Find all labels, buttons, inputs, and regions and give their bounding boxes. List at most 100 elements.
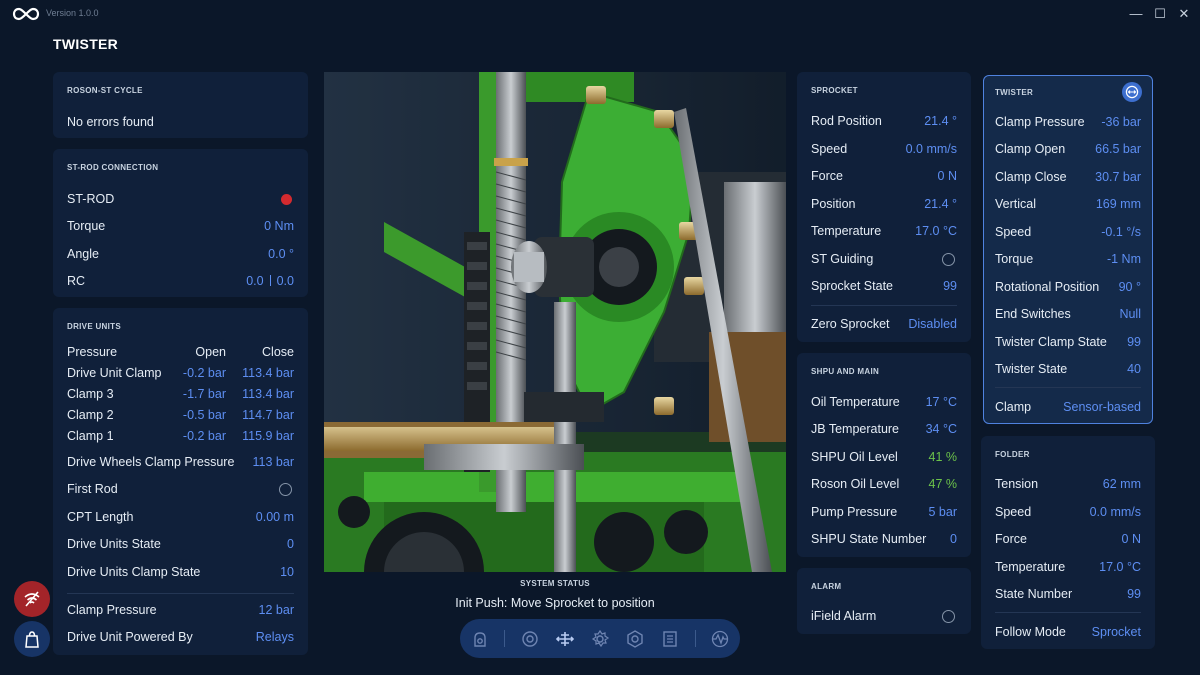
panel-title: SHPU AND MAIN	[811, 367, 880, 376]
expand-button[interactable]	[1122, 82, 1142, 102]
state-number-value: 99	[1127, 587, 1141, 601]
sprocket-icon[interactable]	[555, 629, 575, 649]
speed-label: Speed	[995, 225, 1032, 239]
zero-sprocket-label: Zero Sprocket	[811, 317, 890, 331]
close-window-button[interactable]: ✕	[1175, 5, 1193, 23]
list-icon[interactable]	[660, 629, 680, 649]
close-value: 115.9 bar	[242, 429, 294, 443]
bag-icon	[25, 631, 39, 648]
clamp-pressure-label: Clamp Pressure	[67, 603, 157, 617]
twister-panel: TWISTER Clamp Pressure -36 bar Clamp Open…	[983, 75, 1153, 424]
roson-cycle-panel: ROSON-ST CYCLE No errors found	[53, 72, 308, 138]
zero-sprocket-value[interactable]: Disabled	[908, 317, 957, 331]
sprocket-state-value: 99	[943, 279, 957, 293]
open-value: -0.2 bar	[182, 429, 226, 443]
torque-label: Torque	[67, 219, 106, 233]
vertical-value: 169 mm	[1095, 197, 1141, 211]
panel-title: SPROCKET	[811, 86, 858, 95]
twister-clamp-state-label: Twister Clamp State	[995, 335, 1107, 349]
first-rod-label: First Rod	[67, 482, 118, 496]
bag-button[interactable]	[14, 621, 50, 657]
divider	[995, 387, 1141, 388]
follow-mode-value[interactable]: Sprocket	[1092, 625, 1141, 639]
sprocket-state-label: Sprocket State	[811, 279, 893, 293]
temperature-label: Temperature	[811, 224, 882, 238]
row-label: Drive Unit Clamp	[67, 366, 162, 380]
drive-units-panel: DRIVE UNITS Pressure Open Close Drive Un…	[53, 308, 308, 655]
clamp-mode-label: Clamp	[995, 400, 1032, 414]
folder-panel: FOLDER Tension 62 mm Speed 0.0 mm/s Force 0…	[981, 436, 1155, 649]
waveform-icon[interactable]	[710, 629, 730, 649]
close-value: 113.4 bar	[242, 366, 294, 380]
roson-oil-level-label: Roson Oil Level	[811, 477, 900, 491]
version-label: Version 1.0.0	[46, 8, 99, 18]
open-value: -0.2 bar	[182, 366, 226, 380]
st-guiding-label: ST Guiding	[811, 252, 874, 266]
speed-value: 0.0 mm/s	[905, 142, 957, 156]
first-rod-indicator-icon	[279, 483, 292, 496]
twister-clamp-state-value: 99	[1127, 335, 1141, 349]
clamp-mode-value[interactable]: Sensor-based	[1063, 400, 1141, 414]
toolbar-separator	[504, 630, 505, 647]
angle-value: 0.0 °	[268, 247, 294, 261]
rc-value-a: 0.0	[246, 274, 264, 288]
machine-3d-view[interactable]	[324, 72, 786, 572]
ifield-alarm-label: iField Alarm	[811, 609, 877, 623]
drive-units-icon[interactable]	[520, 629, 540, 649]
connection-status-icon	[281, 194, 292, 205]
speed-label: Speed	[811, 142, 848, 156]
minimize-button[interactable]: —	[1127, 5, 1145, 23]
twister-state-value: 40	[1127, 362, 1141, 376]
rc-value-b: 0.0	[276, 274, 294, 288]
clamp-pressure-value: -36 bar	[1101, 115, 1141, 129]
jb-temperature-value: 34 °C	[925, 422, 957, 436]
oil-temperature-label: Oil Temperature	[811, 395, 900, 409]
panel-title: ROSON-ST CYCLE	[67, 86, 143, 95]
row-label: Clamp 1	[67, 429, 114, 443]
system-status-message: Init Push: Move Sprocket to position	[455, 596, 655, 610]
force-label: Force	[995, 532, 1027, 546]
pressure-table: Pressure Open Close Drive Unit Clamp -0.…	[67, 343, 294, 443]
wheels-pressure-value: 113 bar	[252, 455, 294, 469]
rc-value: 0.0 0.0	[246, 274, 294, 288]
rc-separator	[269, 275, 271, 286]
rotational-position-value: 90 °	[1118, 280, 1141, 294]
expand-horizontal-icon	[1125, 85, 1139, 99]
shpu-panel: SHPU AND MAIN Oil Temperature 17 °C JB Te…	[797, 353, 971, 557]
drive-units-state-value: 0	[287, 537, 294, 551]
clamp-state-label: Drive Units Clamp State	[67, 565, 201, 579]
maximize-button[interactable]: ☐	[1151, 5, 1169, 23]
wifi-off-button[interactable]	[14, 581, 50, 617]
wheels-pressure-label: Drive Wheels Clamp Pressure	[67, 455, 235, 469]
temperature-label: Temperature	[995, 560, 1066, 574]
twister-icon[interactable]	[590, 629, 610, 649]
tension-label: Tension	[995, 477, 1039, 491]
divider	[67, 593, 294, 594]
sprocket-panel: SPROCKET Rod Position 21.4 ° Speed 0.0 mm/…	[797, 72, 971, 342]
twister-machine-illustration	[324, 72, 786, 572]
shpu-oil-level-label: SHPU Oil Level	[811, 450, 898, 464]
table-row: Clamp 3 -1.7 bar 113.4 bar	[67, 385, 294, 403]
clamp-close-label: Clamp Close	[995, 170, 1067, 184]
roson-oil-level-value: 47 %	[928, 477, 958, 491]
torque-value: 0 Nm	[264, 219, 294, 233]
torque-label: Torque	[995, 252, 1034, 266]
end-switches-value: Null	[1119, 307, 1141, 321]
table-row: Clamp 1 -0.2 bar 115.9 bar	[67, 427, 294, 445]
rod-position-label: Rod Position	[811, 114, 882, 128]
shpu-state-value: 0	[950, 532, 957, 546]
roson-icon[interactable]	[470, 629, 490, 649]
open-value: -0.5 bar	[182, 408, 226, 422]
clamp-close-value: 30.7 bar	[1095, 170, 1141, 184]
angle-label: Angle	[67, 247, 99, 261]
end-switches-label: End Switches	[995, 307, 1071, 321]
drive-units-state-label: Drive Units State	[67, 537, 161, 551]
clamp-open-label: Clamp Open	[995, 142, 1066, 156]
force-value: 0 N	[1121, 532, 1141, 546]
title-bar: Version 1.0.0 — ☐ ✕	[0, 0, 1200, 28]
force-label: Force	[811, 169, 843, 183]
open-value: -1.7 bar	[182, 387, 226, 401]
folder-icon[interactable]	[625, 629, 645, 649]
panel-title: ALARM	[811, 582, 842, 591]
clamp-pressure-label: Clamp Pressure	[995, 115, 1085, 129]
